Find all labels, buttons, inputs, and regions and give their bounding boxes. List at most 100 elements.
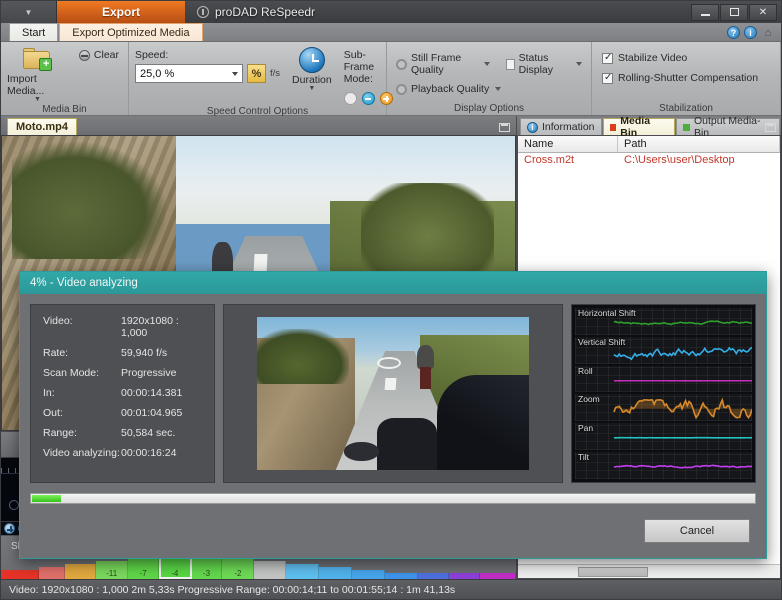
subframe-minus-icon[interactable] — [361, 92, 375, 105]
panel-minimize-icon[interactable] — [499, 123, 510, 132]
speed-ramp-segment[interactable] — [449, 573, 480, 579]
info-value: 00:01:04.965 — [121, 407, 183, 419]
gear-icon — [396, 83, 407, 95]
info-value: 00:00:16:24 — [121, 447, 177, 459]
speed-label: Speed: — [135, 49, 169, 61]
tab-start-label: Start — [22, 26, 46, 39]
speed-ramp-segment[interactable]: -2 — [222, 558, 255, 579]
scroll-thumb[interactable] — [578, 566, 648, 577]
speed-ramp-segment[interactable]: -7 — [128, 558, 160, 579]
table-row[interactable]: Cross.m2t C:\Users\user\Desktop — [518, 153, 780, 169]
chevron-down-icon[interactable] — [232, 72, 238, 76]
minimize-button[interactable] — [691, 3, 719, 21]
checkbox-icon — [602, 52, 613, 64]
percent-toggle-button[interactable]: % — [247, 64, 266, 83]
tab-output-media-bin-label: Output Media-Bin — [693, 116, 761, 139]
tab-information-label: Information — [542, 121, 595, 133]
graph-svg — [575, 366, 752, 393]
import-media-button[interactable]: + Import Media... ▼ — [7, 45, 68, 103]
graph-track-pan: Pan — [575, 423, 752, 451]
speed-ramp-segment[interactable] — [479, 573, 516, 579]
clock-icon — [298, 47, 325, 73]
quick-access-toolbar[interactable]: ▼ — [1, 1, 57, 23]
main-body: Moto.mp4 -11 -7 -4 -3 -2 i Information M… — [1, 116, 781, 579]
application-window: ▼ Export proDAD ReSpeedr ✕ Start Export … — [0, 0, 782, 600]
dialog-title-bar: 4% - Video analyzing — [20, 272, 766, 294]
tab-export-optimized-media[interactable]: Export Optimized Media — [59, 23, 203, 41]
preview-vegetation-right-2 — [361, 183, 495, 272]
chevron-down-icon[interactable]: ▼ — [308, 85, 315, 92]
chevron-down-icon[interactable]: ▼ — [25, 8, 33, 17]
ribbon: + Import Media... ▼ Clear Media Bin Spee… — [1, 42, 781, 117]
tab-start[interactable]: Start — [9, 23, 59, 41]
app-logo-icon — [197, 6, 209, 18]
info-key: Video: — [43, 315, 73, 327]
info-row: Video: 1920x1080 : 1,000 — [43, 315, 202, 339]
info-icon[interactable]: i — [744, 26, 757, 39]
graph-track-zoom: Zoom — [575, 394, 752, 422]
progress-bar — [30, 493, 756, 504]
status-bar: Video: 1920x1080 : 1,000 2m 5,33s Progre… — [1, 579, 781, 599]
file-tab-moto[interactable]: Moto.mp4 — [7, 118, 77, 135]
speed-ramp-segment[interactable] — [319, 567, 353, 579]
clear-button[interactable]: Clear — [76, 45, 122, 62]
graph-track-roll: Roll — [575, 365, 752, 393]
graph-label: Roll — [578, 365, 593, 376]
speed-combobox[interactable]: 25,0 % — [135, 64, 243, 83]
dialog-footer: Cancel — [20, 504, 766, 558]
stabilize-video-checkbox[interactable]: Stabilize Video — [602, 52, 687, 64]
speed-ramp-segment[interactable] — [352, 569, 386, 579]
file-tab-label: Moto.mp4 — [16, 121, 68, 133]
subframe-off-icon[interactable] — [343, 92, 357, 105]
ribbon-help-icons: ? i ⌂ — [727, 26, 781, 41]
speed-ramp-segment[interactable]: -11 — [96, 561, 129, 579]
chevron-down-icon[interactable] — [576, 62, 582, 66]
tab-information[interactable]: i Information — [520, 118, 602, 135]
speed-ramp-segment[interactable] — [38, 567, 66, 579]
clear-icon — [78, 49, 90, 61]
info-row: Scan Mode: Progressive — [43, 367, 202, 379]
speed-ramp-segment[interactable] — [418, 573, 450, 579]
keyframe-dot[interactable] — [9, 500, 19, 510]
status-display-button[interactable]: Status Display — [503, 51, 585, 77]
info-value: 1920x1080 : 1,000 — [121, 315, 179, 339]
duration-button[interactable]: Duration ▼ — [292, 45, 332, 92]
panel-minimize-icon[interactable] — [765, 123, 776, 132]
preview-rider-ahead — [417, 344, 434, 369]
close-button[interactable]: ✕ — [749, 3, 777, 21]
graph-track-tilt: Tilt — [575, 452, 752, 479]
speed-ramp-segment[interactable] — [254, 561, 287, 579]
speed-ramp-segment[interactable] — [385, 572, 419, 579]
ribbon-tab-strip: Start Export Optimized Media ? i ⌂ — [1, 23, 781, 42]
still-frame-quality-button[interactable]: Still Frame Quality — [393, 51, 493, 77]
speed-ramp-segment[interactable] — [65, 564, 97, 579]
playback-quality-label: Playback Quality — [411, 83, 490, 95]
speed-ramp-segment[interactable] — [1, 569, 39, 579]
help-icon[interactable]: ? — [727, 26, 740, 39]
chevron-down-icon[interactable] — [495, 87, 502, 91]
rolling-shutter-checkbox[interactable]: Rolling-Shutter Compensation — [602, 72, 758, 84]
playback-quality-button[interactable]: Playback Quality — [393, 82, 504, 96]
app-title-area: proDAD ReSpeedr — [185, 1, 691, 23]
speed-ramp-segment[interactable] — [286, 564, 320, 579]
preview-bike-ahead — [420, 367, 432, 389]
export-contextual-chip: Export — [57, 1, 185, 23]
home-icon[interactable]: ⌂ — [761, 27, 775, 39]
analysis-preview-image — [257, 317, 529, 470]
info-key: Rate: — [43, 347, 69, 359]
tab-media-bin[interactable]: Media Bin — [602, 116, 676, 139]
tab-export-label: Export Optimized Media — [72, 26, 190, 39]
chevron-down-icon[interactable] — [483, 62, 490, 66]
media-bin-hscrollbar[interactable] — [518, 564, 780, 578]
progress-fill — [32, 495, 61, 502]
zoom-in-icon[interactable] — [4, 523, 15, 534]
preview-own-bike-console — [376, 417, 437, 470]
ribbon-group-media-bin: + Import Media... ▼ Clear Media Bin — [1, 42, 129, 115]
cancel-button[interactable]: Cancel — [644, 519, 750, 543]
graph-track-horizontal-shift: Horizontal Shift — [575, 308, 752, 335]
info-key: Range: — [43, 427, 77, 439]
maximize-button[interactable] — [720, 3, 748, 21]
graph-svg — [575, 452, 752, 479]
still-frame-quality-label: Still Frame Quality — [411, 52, 462, 76]
column-header-name[interactable]: Name — [518, 136, 618, 152]
